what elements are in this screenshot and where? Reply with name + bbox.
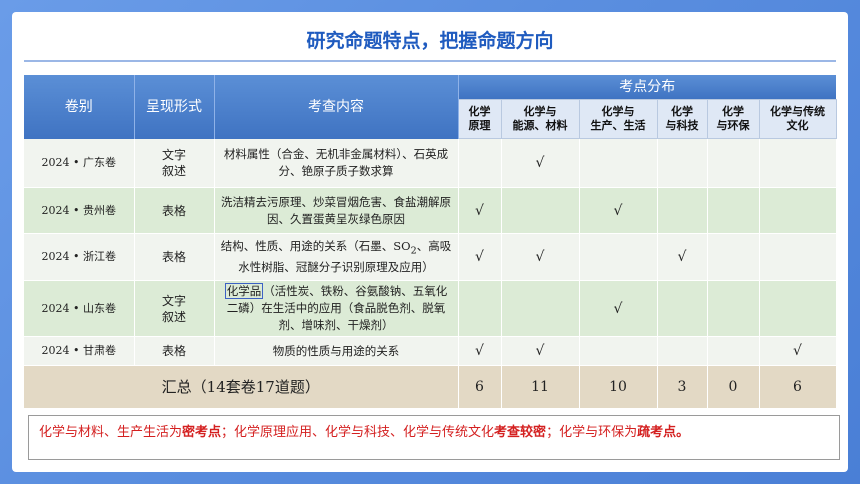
summary-value: 6 (759, 365, 837, 409)
tick-cell: √ (458, 233, 502, 281)
tick-cell (707, 138, 760, 188)
table-row: 2024 • 贵州卷 表格 洗洁精去污原理、炒菜冒烟危害、食盐潮解原因、久置蛋黄… (24, 187, 837, 234)
tick-cell (657, 336, 708, 366)
tick-cell (579, 336, 658, 366)
conclusion-note: 化学与材料、生产生活为密考点；化学原理应用、化学与科技、化学与传统文化考查较密；… (28, 415, 840, 460)
highlight-box: 化学品 (224, 283, 264, 299)
summary-value: 11 (501, 365, 580, 409)
table-row: 2024 • 甘肃卷 表格 物质的性质与用途的关系 √ √ √ (24, 336, 837, 366)
content-cell: 材料属性（合金、无机非金属材料）、石英成分、铯原子质子数求算 (214, 138, 459, 188)
tick-cell (707, 187, 760, 234)
sparse-point: 疏考点。 (637, 425, 690, 440)
slide-card: 研究命题特点，把握命题方向 卷别 呈现形式 考查内容 考点分布 化学 原理 化学与… (12, 12, 848, 472)
form-cell: 表格 (134, 233, 215, 281)
page-title: 研究命题特点，把握命题方向 (306, 30, 554, 52)
tick-cell (501, 187, 580, 234)
moderate-point: 考查较密 (494, 425, 547, 440)
tick-cell: √ (579, 187, 658, 234)
table-row: 2024 • 浙江卷 表格 结构、性质、用途的关系（石墨、SO2、高吸水性树脂、… (24, 233, 837, 281)
summary-value: 3 (657, 365, 708, 409)
tick-cell: √ (657, 233, 708, 281)
header-cat-environment: 化学 与环保 (706, 99, 760, 139)
dense-point: 密考点 (182, 425, 222, 440)
header-cat-traditional-culture: 化学与传统 文化 (758, 99, 837, 139)
header-volume: 卷别 (24, 75, 135, 139)
header-cat-energy-material: 化学与 能源、材料 (500, 99, 580, 139)
tick-cell (759, 280, 837, 337)
volume-cell: 2024 • 贵州卷 (24, 187, 135, 234)
header-form: 呈现形式 (134, 75, 215, 139)
header-content: 考查内容 (214, 75, 459, 139)
tick-cell (657, 280, 708, 337)
table-row: 2024 • 广东卷 文字 叙述 材料属性（合金、无机非金属材料）、石英成分、铯原… (24, 138, 837, 188)
tick-cell: √ (501, 233, 580, 281)
content-cell: 结构、性质、用途的关系（石墨、SO2、高吸水性树脂、冠醚分子识别原理及应用） (214, 233, 459, 281)
content-cell: 物质的性质与用途的关系 (214, 336, 459, 366)
summary-value: 10 (579, 365, 658, 409)
summary-value: 0 (707, 365, 760, 409)
table-row: 2024 • 山东卷 文字 叙述 化学品 （活性炭、铁粉、谷氨酸钠、五氧化二磷）在生… (24, 280, 837, 337)
form-cell: 文字 叙述 (134, 280, 215, 337)
tick-cell (759, 187, 837, 234)
summary-row: 汇总（14套卷17道题） 6 11 10 3 0 6 (24, 365, 837, 409)
tick-cell (707, 336, 760, 366)
tick-cell: √ (458, 187, 502, 234)
tick-cell (707, 233, 760, 281)
form-cell: 表格 (134, 336, 215, 366)
volume-cell: 2024 • 广东卷 (24, 138, 135, 188)
tick-cell: √ (458, 336, 502, 366)
summary-value: 6 (458, 365, 502, 409)
tick-cell: √ (501, 336, 580, 366)
form-cell: 文字 叙述 (134, 138, 215, 188)
tick-cell (707, 280, 760, 337)
header-cat-principle: 化学 原理 (457, 99, 502, 139)
tick-cell (458, 280, 502, 337)
tick-cell (579, 138, 658, 188)
header-cat-production-life: 化学与 生产、生活 (578, 99, 658, 139)
volume-cell: 2024 • 山东卷 (24, 280, 135, 337)
tick-cell (579, 233, 658, 281)
tick-cell: √ (759, 336, 837, 366)
tick-cell: √ (501, 138, 580, 188)
tick-cell (657, 138, 708, 188)
title-underline (24, 60, 836, 62)
tick-cell (759, 233, 837, 281)
form-cell: 表格 (134, 187, 215, 234)
exam-analysis-table: 卷别 呈现形式 考查内容 考点分布 化学 原理 化学与 能源、材料 化学与 生产、生活… (24, 75, 837, 409)
volume-cell: 2024 • 甘肃卷 (24, 336, 135, 366)
header-distribution: 考点分布 (458, 75, 837, 100)
tick-cell (657, 187, 708, 234)
header-cat-technology: 化学 与科技 (656, 99, 708, 139)
volume-cell: 2024 • 浙江卷 (24, 233, 135, 281)
tick-cell: √ (579, 280, 658, 337)
tick-cell (458, 138, 502, 188)
tick-cell (501, 280, 580, 337)
tick-cell (759, 138, 837, 188)
summary-label: 汇总（14套卷17道题） (24, 365, 459, 409)
content-cell: 化学品 （活性炭、铁粉、谷氨酸钠、五氧化二磷）在生活中的应用（食品脱色剂、脱氧剂、… (214, 280, 459, 337)
content-cell: 洗洁精去污原理、炒菜冒烟危害、食盐潮解原因、久置蛋黄呈灰绿色原因 (214, 187, 459, 234)
